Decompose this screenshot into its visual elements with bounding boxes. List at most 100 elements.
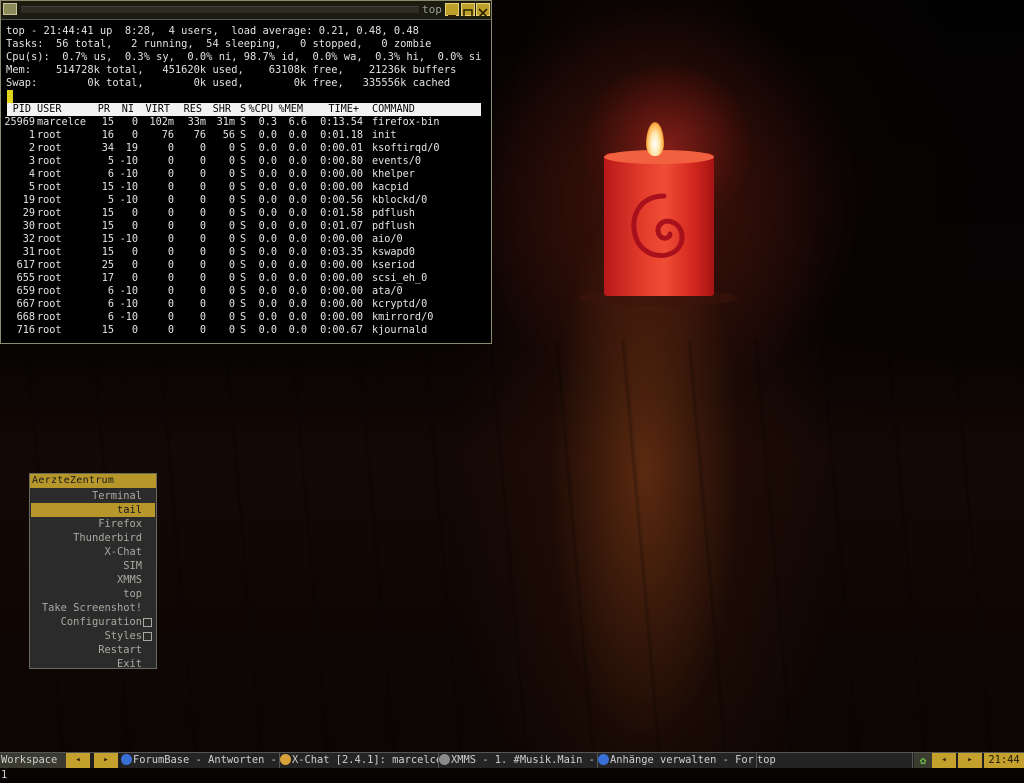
process-row: 31 root 15 0 0 0 0 S 0.0 0.0 0:03.35 kswapd0 [1, 246, 491, 259]
process-cell: 0.0 [288, 130, 307, 141]
process-cell: root [37, 156, 62, 167]
menu-item[interactable]: Terminal [92, 489, 142, 503]
process-cell: 3 [28, 156, 35, 167]
process-cell: 668 [16, 312, 35, 323]
menu-item[interactable]: Styles [104, 629, 142, 643]
process-cell: 0 [228, 234, 235, 245]
process-cell: 0.0 [258, 156, 277, 167]
process-cell: -10 [119, 299, 138, 310]
maximize-button[interactable] [461, 3, 475, 18]
process-cell: 0 [199, 143, 206, 154]
next-workspace-button[interactable]: ▸ [94, 753, 118, 768]
process-cell: 34 [101, 143, 114, 154]
process-row: 716 root 15 0 0 0 0 S 0.0 0.0 0:00.67 kjournald [1, 324, 491, 337]
summary-line: top - 21:44:41 up 8:28, 4 users, load av… [6, 25, 419, 37]
process-cell: 0.0 [258, 182, 277, 193]
process-cell: S [240, 260, 247, 271]
process-cell: root [37, 247, 62, 258]
process-cell: -10 [119, 182, 138, 193]
menu-item[interactable]: Exit [117, 657, 142, 671]
process-cell: root [37, 130, 62, 141]
process-cell: 0.0 [258, 312, 277, 323]
process-cell: 0 [199, 182, 206, 193]
process-cell: -10 [119, 312, 138, 323]
top-terminal-window[interactable]: top top - 21:44:41 up 8:28, 4 users, loa… [0, 0, 492, 344]
process-cell: 0 [131, 208, 138, 219]
menu-item[interactable]: SIM [123, 559, 142, 573]
process-cell: root [37, 260, 62, 271]
process-cell: 15 [101, 325, 114, 336]
terminal-cursor [7, 90, 13, 103]
process-cell: events/0 [372, 156, 422, 167]
menu-item[interactable]: Take Screenshot! [42, 601, 142, 615]
process-cell: 0 [228, 169, 235, 180]
process-cell: aio/0 [372, 234, 403, 245]
close-button[interactable] [476, 3, 490, 18]
process-cell: 0:03.35 [320, 247, 363, 258]
process-row: 617 root 25 0 0 0 0 S 0.0 0.0 0:00.00 kseriod [1, 259, 491, 272]
process-cell: pdflush [372, 221, 415, 232]
prev-window-button[interactable]: ◂ [932, 753, 956, 768]
menu-item[interactable]: Thunderbird [73, 531, 142, 545]
root-menu[interactable]: AerzteZentrum Terminal tail Firefox Thunder… [29, 473, 157, 671]
process-row: 32 root 15 -10 0 0 0 S 0.0 0.0 0:00.00 aio/0 [1, 233, 491, 246]
menu-item[interactable]: X-Chat [104, 545, 142, 559]
process-cell: root [37, 195, 62, 206]
process-cell: init [372, 130, 397, 141]
process-cell: 6.6 [288, 117, 307, 128]
process-cell: 0 [199, 208, 206, 219]
minimize-button[interactable] [445, 3, 459, 17]
xchat-icon [280, 754, 291, 765]
menu-item[interactable]: Restart [98, 643, 142, 657]
process-cell: 0 [228, 286, 235, 297]
process-cell: S [240, 208, 247, 219]
process-cell: kmirrord/0 [372, 312, 434, 323]
menu-item[interactable]: Firefox [98, 517, 142, 531]
debian-swirl-logo [631, 193, 685, 258]
next-window-button[interactable]: ▸ [958, 753, 982, 768]
window-titlebar[interactable]: top [1, 1, 491, 20]
process-cell: 56 [222, 130, 235, 141]
process-cell: S [240, 195, 247, 206]
taskbar-task[interactable]: Anhänge verwalten - For [598, 753, 757, 768]
process-cell: 0:00.00 [320, 260, 363, 271]
process-row: 30 root 15 0 0 0 0 S 0.0 0.0 0:01.07 pdflush [1, 220, 491, 233]
menu-item[interactable]: XMMS [117, 573, 142, 587]
process-cell: 0 [167, 234, 174, 245]
process-cell: 0.0 [258, 130, 277, 141]
menu-item[interactable]: tail [117, 503, 142, 517]
taskbar-task[interactable]: X-Chat [2.4.1]: marcelce [280, 753, 439, 768]
process-cell: 0 [167, 208, 174, 219]
menu-item[interactable]: Configuration [61, 615, 142, 629]
process-cell: 0:00.00 [320, 234, 363, 245]
firefox-icon [121, 754, 132, 765]
process-cell: marcelce [37, 117, 87, 128]
taskbar-task[interactable]: ForumBase - Antworten - [121, 753, 280, 768]
process-row: 659 root 6 -10 0 0 0 S 0.0 0.0 0:00.00 ata/0 [1, 285, 491, 298]
process-cell: 0.0 [288, 221, 307, 232]
network-icon[interactable]: ✿ [914, 753, 932, 768]
process-cell: 0 [199, 234, 206, 245]
process-cell: 0 [167, 273, 174, 284]
process-cell: kjournald [372, 325, 428, 336]
process-cell: 29 [22, 208, 35, 219]
taskbar-task[interactable]: XMMS - 1. #Musik.Main - [439, 753, 598, 768]
titlebar-drag-area[interactable] [21, 6, 419, 13]
column-header: TIME+ [328, 104, 359, 115]
process-cell: 0 [167, 286, 174, 297]
process-cell: S [240, 130, 247, 141]
process-cell: kswapd0 [372, 247, 415, 258]
process-cell: 0.0 [288, 195, 307, 206]
process-cell: 0 [228, 143, 235, 154]
prev-workspace-button[interactable]: ◂ [66, 753, 90, 768]
process-cell: 0.3 [258, 117, 277, 128]
workspace-name[interactable]: Workspace 1 [0, 753, 67, 781]
process-cell: 25 [101, 260, 114, 271]
process-cell: 4 [28, 169, 35, 180]
process-cell: 0 [199, 260, 206, 271]
process-cell: 31m [216, 117, 235, 128]
process-cell: 0.0 [258, 169, 277, 180]
window-menu-icon[interactable] [3, 3, 17, 15]
taskbar-task[interactable]: top [757, 753, 913, 768]
menu-item[interactable]: top [123, 587, 142, 601]
